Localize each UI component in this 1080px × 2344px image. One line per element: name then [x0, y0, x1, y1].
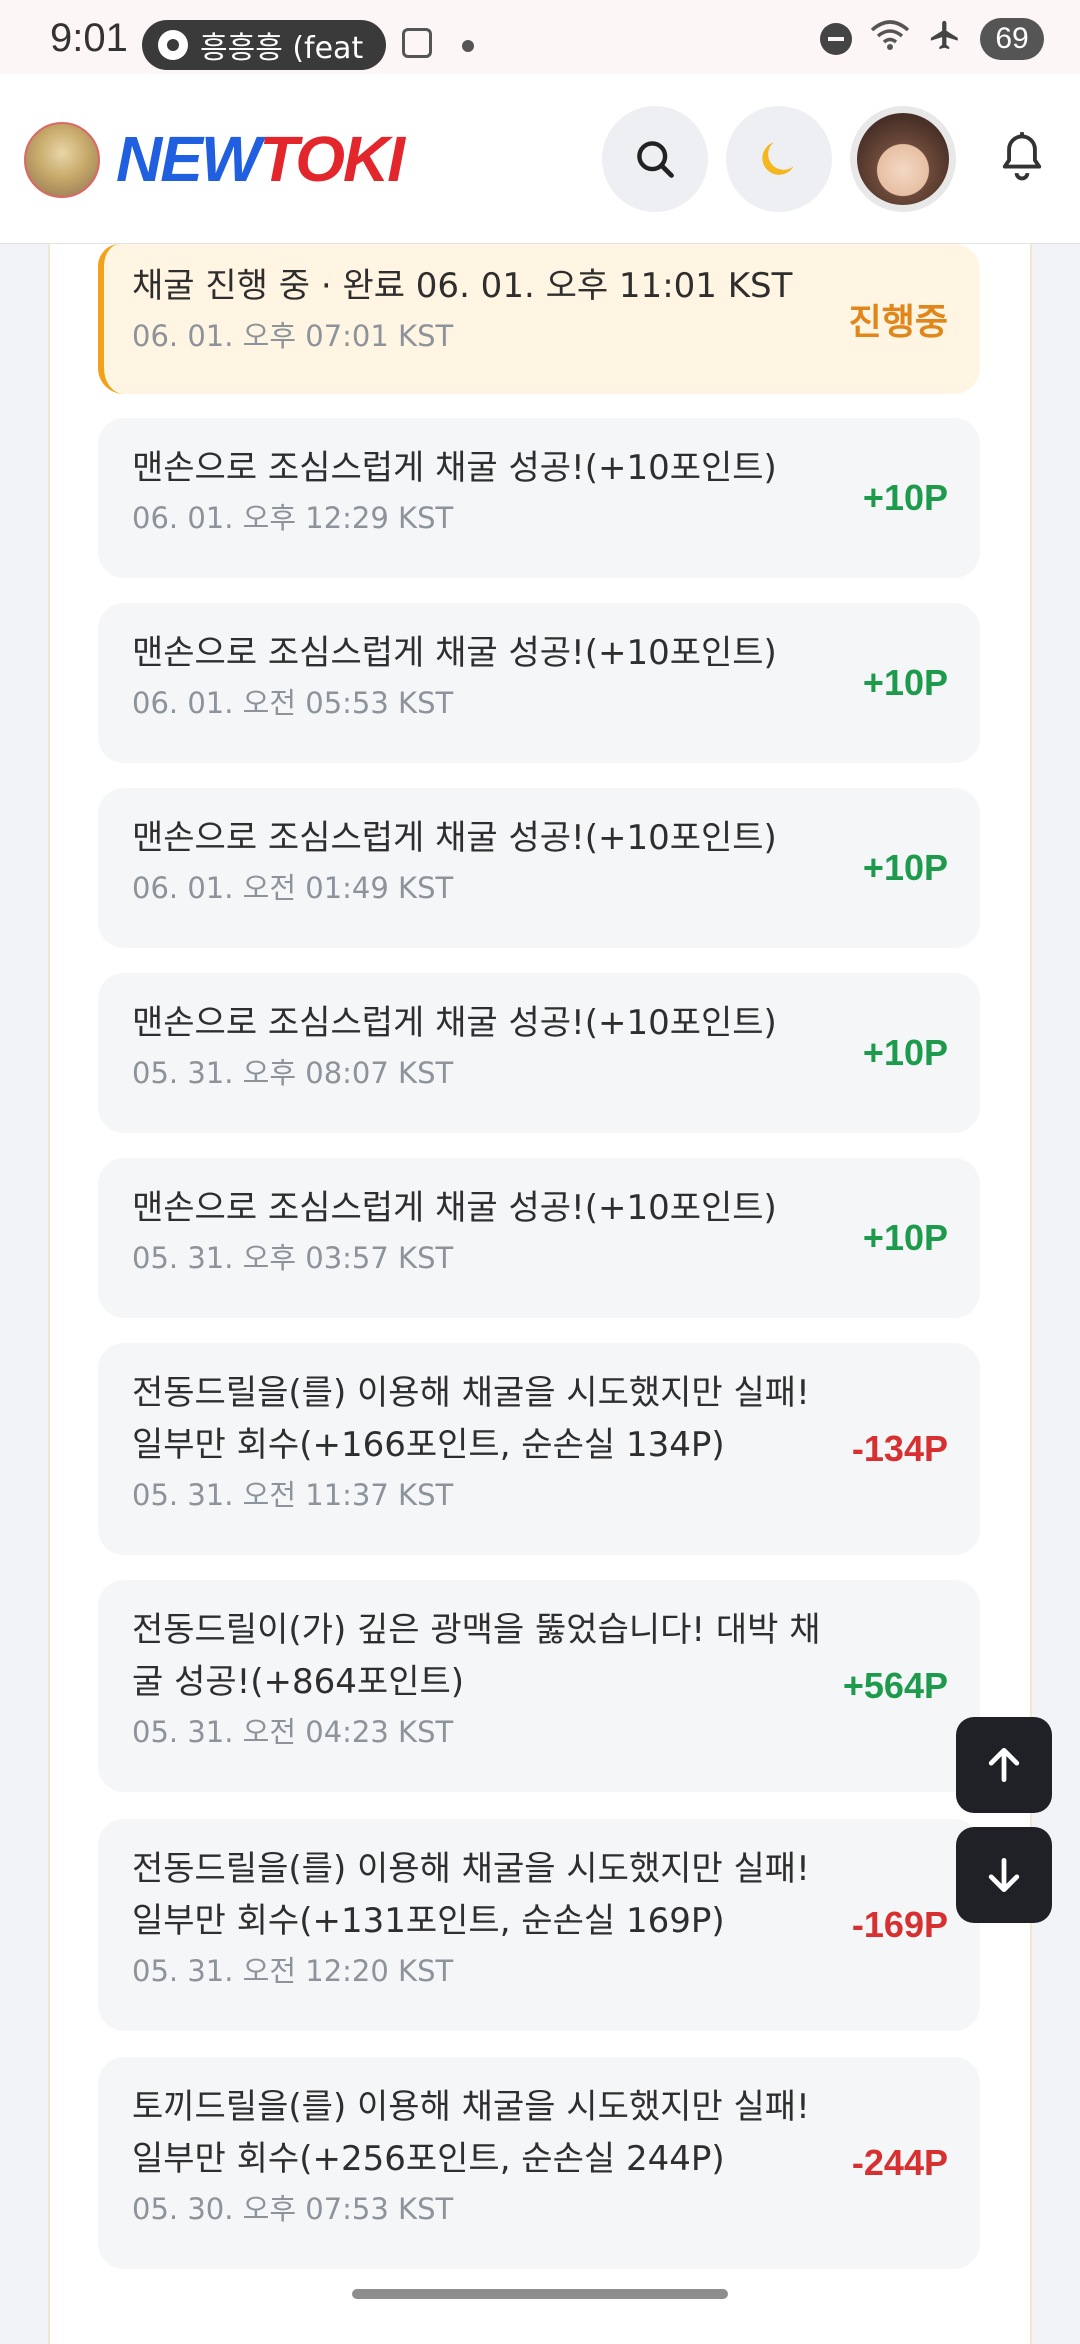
item-date: 05. 31. 오전 11:37 KST — [132, 1478, 454, 1512]
item-date: 05. 30. 오후 07:53 KST — [132, 2192, 454, 2226]
item-points: -244P — [851, 2142, 948, 2183]
item-date: 06. 01. 오전 05:53 KST — [132, 686, 454, 720]
scroll-top-button[interactable] — [956, 1717, 1052, 1813]
item-title: 전동드릴을(를) 이용해 채굴을 시도했지만 실패! 일부만 회수(+131포인… — [132, 1849, 810, 1941]
item-date: 05. 31. 오후 08:07 KST — [132, 1056, 454, 1090]
item-title: 채굴 진행 중 · 완료 06. 01. 오후 11:01 KST — [132, 266, 793, 306]
bell-icon — [1002, 132, 1042, 181]
search-icon — [637, 141, 674, 178]
history-item: 맨손으로 조심스럽게 채굴 성공!(+10포인트) 05. 31. 오후 03:… — [98, 1158, 980, 1318]
site-logo[interactable]: NEWTOKI — [116, 122, 405, 196]
item-title: 맨손으로 조심스럽게 채굴 성공!(+10포인트) — [132, 448, 777, 488]
item-points: +564P — [842, 1665, 948, 1706]
item-title: 전동드릴을(를) 이용해 채굴을 시도했지만 실패! 일부만 회수(+166포인… — [132, 1373, 810, 1465]
history-item: 토끼드릴을(를) 이용해 채굴을 시도했지만 실패! 일부만 회수(+256포인… — [98, 2057, 980, 2269]
search-button[interactable] — [602, 106, 708, 212]
profile-button[interactable] — [850, 106, 956, 212]
site-header: NEWTOKI — [0, 74, 1080, 244]
item-points: +10P — [862, 662, 948, 703]
music-icon — [158, 30, 188, 60]
item-date: 05. 31. 오전 04:23 KST — [132, 1715, 454, 1749]
item-points: +10P — [862, 847, 948, 888]
item-points: -169P — [851, 1904, 948, 1945]
item-status: 진행중 — [848, 301, 948, 342]
history-item: 맨손으로 조심스럽게 채굴 성공!(+10포인트) 05. 31. 오후 08:… — [98, 973, 980, 1133]
arrow-up-icon — [988, 1747, 1020, 1783]
item-date: 06. 01. 오후 07:01 KST — [132, 319, 454, 353]
moon-icon — [762, 142, 794, 175]
item-date: 06. 01. 오후 12:29 KST — [132, 501, 454, 535]
item-title: 토끼드릴을(를) 이용해 채굴을 시도했지만 실패! 일부만 회수(+256포인… — [132, 2087, 810, 2179]
scroll-bottom-button[interactable] — [956, 1827, 1052, 1923]
item-title: 맨손으로 조심스럽게 채굴 성공!(+10포인트) — [132, 1188, 777, 1228]
history-item: 맨손으로 조심스럽게 채굴 성공!(+10포인트) 06. 01. 오후 12:… — [98, 418, 980, 578]
do-not-disturb-icon — [820, 23, 852, 55]
notification-button[interactable] — [996, 130, 1048, 190]
item-points: +10P — [862, 1217, 948, 1258]
dark-mode-toggle[interactable] — [726, 106, 832, 212]
wifi-icon — [870, 18, 910, 60]
screenshot-icon — [402, 28, 432, 58]
item-title: 전동드릴이(가) 깊은 광맥을 뚫었습니다! 대박 채굴 성공!(+864포인트… — [132, 1610, 821, 1702]
history-item: 맨손으로 조심스럽게 채굴 성공!(+10포인트) 06. 01. 오전 05:… — [98, 603, 980, 763]
battery-indicator: 69 — [980, 18, 1044, 60]
item-title: 맨손으로 조심스럽게 채굴 성공!(+10포인트) — [132, 1003, 777, 1043]
item-points: -134P — [851, 1428, 948, 1469]
item-date: 06. 01. 오전 01:49 KST — [132, 871, 454, 905]
item-date: 05. 31. 오전 12:20 KST — [132, 1954, 454, 1988]
item-title: 맨손으로 조심스럽게 채굴 성공!(+10포인트) — [132, 633, 777, 673]
history-item: 맨손으로 조심스럽게 채굴 성공!(+10포인트) 06. 01. 오전 01:… — [98, 788, 980, 948]
history-item: 전동드릴을(를) 이용해 채굴을 시도했지만 실패! 일부만 회수(+166포인… — [98, 1343, 980, 1555]
item-points: +10P — [862, 477, 948, 518]
history-item: 전동드릴이(가) 깊은 광맥을 뚫었습니다! 대박 채굴 성공!(+864포인트… — [98, 1580, 980, 1792]
item-points: +10P — [862, 1032, 948, 1073]
media-title: 흥흥흥 (feat — [200, 31, 364, 66]
status-icons: 69 — [820, 18, 1044, 60]
home-indicator[interactable] — [352, 2289, 728, 2299]
item-title: 맨손으로 조심스럽게 채굴 성공!(+10포인트) — [132, 818, 777, 858]
notification-dot-icon — [462, 40, 474, 52]
logo-mascot-icon[interactable] — [24, 122, 100, 198]
arrow-down-icon — [988, 1857, 1020, 1893]
profile-avatar — [857, 113, 949, 205]
item-date: 05. 31. 오후 03:57 KST — [132, 1241, 454, 1275]
status-bar: 9:01 흥흥흥 (feat 69 — [0, 0, 1080, 74]
history-item-in-progress: 채굴 진행 중 · 완료 06. 01. 오후 11:01 KST 06. 01… — [98, 244, 980, 394]
logo-new-text: NEW — [116, 123, 261, 195]
logo-toki-text: TOKI — [259, 123, 405, 195]
airplane-mode-icon — [928, 18, 962, 60]
history-item: 전동드릴을(를) 이용해 채굴을 시도했지만 실패! 일부만 회수(+131포인… — [98, 1819, 980, 2031]
status-time: 9:01 — [50, 16, 128, 60]
media-pill[interactable]: 흥흥흥 (feat — [142, 20, 386, 70]
